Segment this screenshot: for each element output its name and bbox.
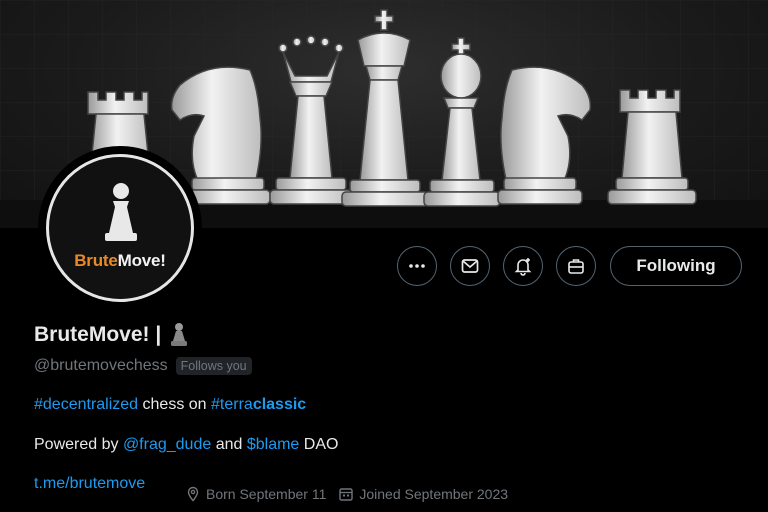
bio-text: Powered by — [34, 436, 123, 453]
joined-date: Joined September 2023 — [338, 486, 508, 502]
joined-text: Joined September 2023 — [359, 486, 509, 502]
bio-text: chess on — [138, 396, 212, 413]
cashtag-blame[interactable]: $blame — [247, 436, 299, 453]
pawn-emoji-icon — [171, 323, 188, 346]
hashtag-terraclassic[interactable]: #terraclassic — [211, 396, 306, 413]
notification-bell-icon — [514, 258, 532, 276]
handle-row: @brutemovechess Follows you — [34, 357, 252, 375]
bio-line-2: Powered by @frag_dude and $blame DAO — [34, 436, 338, 454]
bio-text: and — [211, 436, 247, 453]
follows-you-badge: Follows you — [175, 357, 252, 375]
hashtag-terraclassic-bold: classic — [252, 396, 307, 413]
pawn-logo-icon — [105, 183, 137, 241]
user-handle: @brutemovechess — [34, 357, 168, 374]
message-icon — [461, 259, 479, 273]
more-icon — [409, 264, 425, 268]
mention-frag-dude[interactable]: @frag_dude — [123, 436, 211, 453]
calendar-icon — [339, 488, 354, 501]
profile-meta: Born September 11 Joined September 2023 — [185, 486, 508, 502]
website-link[interactable]: t.me/brutemove — [34, 475, 145, 493]
message-button[interactable] — [450, 246, 490, 286]
notifications-button[interactable] — [503, 246, 543, 286]
born-text: Born September 11 — [206, 486, 327, 502]
bio-text: DAO — [299, 436, 339, 453]
subscribe-button[interactable] — [556, 246, 596, 286]
more-options-button[interactable] — [397, 246, 437, 286]
display-name: BruteMove! | — [34, 322, 189, 348]
following-button[interactable]: Following — [610, 246, 742, 286]
avatar-image: BruteMove! — [46, 154, 194, 302]
avatar-brand-part1: Brute — [74, 251, 118, 270]
avatar-brand-text: BruteMove! — [49, 251, 191, 271]
hashtag-decentralized[interactable]: #decentralized — [34, 396, 138, 413]
profile-avatar[interactable]: BruteMove! — [38, 146, 202, 310]
location-pin-icon — [187, 486, 199, 502]
bio-line-1: #decentralized chess on #terraclassic — [34, 396, 306, 414]
briefcase-icon — [568, 259, 584, 274]
display-name-text: BruteMove! | — [34, 323, 162, 346]
born-date: Born September 11 — [185, 486, 326, 502]
hashtag-terraclassic-prefix: #terra — [211, 396, 253, 413]
avatar-brand-part2: Move! — [117, 251, 166, 270]
